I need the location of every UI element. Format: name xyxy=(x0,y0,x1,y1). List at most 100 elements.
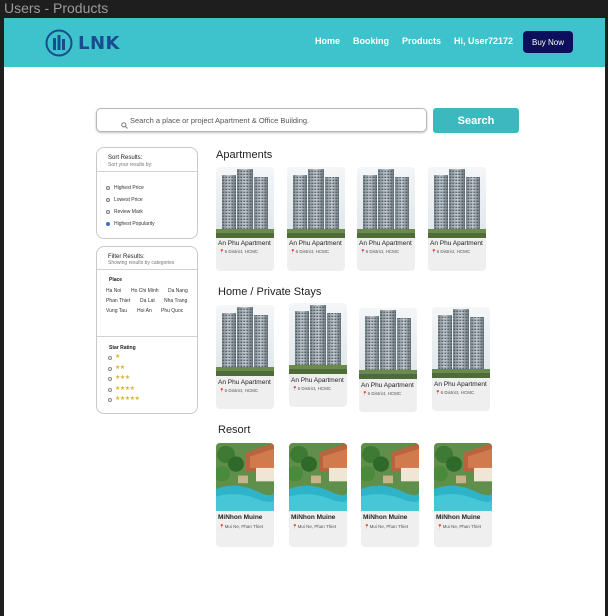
building-photo xyxy=(216,305,274,376)
star-rating-heading: Star Rating xyxy=(109,345,136,351)
logo[interactable]: LNK xyxy=(45,29,120,57)
resort-photo xyxy=(434,443,492,511)
star-icon: ★★★★ xyxy=(115,386,135,392)
sort-panel: Sort Results: Sort your results by: High… xyxy=(96,147,198,239)
section-title-resort: Resort xyxy=(218,424,251,436)
star-option-1[interactable]: ★ xyxy=(108,354,120,361)
card-name: An Phu Apartment xyxy=(291,377,344,384)
radio-icon xyxy=(108,376,112,381)
sort-option-label: Review Mark xyxy=(114,209,143,215)
card-location: 📍6 District, HCMC xyxy=(362,391,401,397)
card-name: MiNhon Muine xyxy=(291,514,336,521)
filter-subtitle: Showing results by categories xyxy=(108,260,175,266)
nav-products-link[interactable]: Products xyxy=(402,36,441,46)
resort-photo xyxy=(216,443,274,511)
radio-icon xyxy=(108,397,112,402)
card-location-text: 6 District, HCMC xyxy=(224,388,259,393)
homestay-card[interactable]: An Phu Apartment 📍6 District, HCMC xyxy=(359,308,417,412)
star-icon: ★★★ xyxy=(115,375,130,381)
building-photo xyxy=(428,167,486,238)
radio-checked-icon xyxy=(106,222,110,226)
nav-home-link[interactable]: Home xyxy=(315,36,340,46)
sort-option-label: Highest Price xyxy=(114,185,144,191)
card-name: MiNhon Muine xyxy=(218,514,263,521)
search-placeholder: Search a place or project Apartment & Of… xyxy=(130,116,310,125)
nav-booking-link[interactable]: Booking xyxy=(353,36,389,46)
card-name: An Phu Apartment xyxy=(218,379,271,386)
sort-subtitle: Sort your results by: xyxy=(108,162,153,168)
building-photo xyxy=(359,308,417,379)
products-page: LNK Home Booking Products Hi, User72172 … xyxy=(4,18,605,616)
card-name: An Phu Apartment xyxy=(361,382,414,389)
place-hoi-an[interactable]: Hoi An xyxy=(137,308,152,314)
search-button[interactable]: Search xyxy=(433,108,519,133)
card-location-text: Mui Ne, Phan Thiet xyxy=(297,524,337,529)
star-icon: ★ xyxy=(115,354,120,360)
sort-option-lowest-price[interactable]: Lowest Price xyxy=(106,196,143,204)
logo-mark-icon xyxy=(45,29,73,57)
sort-option-highest-price[interactable]: Highest Price xyxy=(106,184,144,192)
apartment-card[interactable]: An Phu Apartment 📍6 District, HCMC xyxy=(216,167,274,271)
card-name: MiNhon Muine xyxy=(436,514,481,521)
card-location: 📍6 District, HCMC xyxy=(219,249,258,255)
star-icon: ★★★★★ xyxy=(115,396,140,402)
place-ho-chi-minh[interactable]: Ho Chi Minh xyxy=(131,288,159,294)
card-location: 📍Mui Ne, Phan Thiet xyxy=(364,524,408,530)
card-location-text: 6 District, HCMC xyxy=(365,249,400,254)
place-ha-noi[interactable]: Ha Noi xyxy=(106,288,121,294)
star-option-5[interactable]: ★★★★★ xyxy=(108,396,140,403)
building-photo xyxy=(432,307,490,378)
place-vung-tau[interactable]: Vung Tau xyxy=(106,308,127,314)
place-phan-thiet[interactable]: Phan Thiet xyxy=(106,298,130,304)
building-photo xyxy=(287,167,345,238)
search-input[interactable]: Search a place or project Apartment & Of… xyxy=(96,108,427,132)
card-location: 📍Mui Ne, Phan Thiet xyxy=(437,524,481,530)
buy-now-button[interactable]: Buy Now xyxy=(523,31,573,53)
resort-card[interactable]: MiNhon Muine 📍Mui Ne, Phan Thiet xyxy=(289,443,347,547)
card-location-text: Mui Ne, Phan Thiet xyxy=(442,524,482,529)
card-location-text: 6 District, HCMC xyxy=(297,386,332,391)
divider xyxy=(97,171,197,172)
filter-panel: Filter Results: Showing results by categ… xyxy=(96,246,198,414)
homestay-card[interactable]: An Phu Apartment 📍6 District, HCMC xyxy=(432,307,490,411)
navbar: LNK Home Booking Products Hi, User72172 … xyxy=(4,18,605,67)
card-location: 📍6 District, HCMC xyxy=(290,249,329,255)
resort-photo xyxy=(289,443,347,511)
card-location-text: 6 District, HCMC xyxy=(440,390,475,395)
apartment-card[interactable]: An Phu Apartment 📍6 District, HCMC xyxy=(428,167,486,271)
homestay-card[interactable]: An Phu Apartment 📍6 District, HCMC xyxy=(216,305,274,409)
card-location: 📍6 District, HCMC xyxy=(292,386,331,392)
building-photo xyxy=(216,167,274,238)
card-location: 📍6 District, HCMC xyxy=(435,390,474,396)
section-title-apartments: Apartments xyxy=(216,149,273,161)
resort-card[interactable]: MiNhon Muine 📍Mui Ne, Phan Thiet xyxy=(216,443,274,547)
star-option-4[interactable]: ★★★★ xyxy=(108,386,135,393)
place-phu-quoc[interactable]: Phu Quoc xyxy=(161,308,183,314)
card-location: 📍Mui Ne, Phan Thiet xyxy=(292,524,336,530)
star-option-3[interactable]: ★★★ xyxy=(108,375,130,382)
place-heading: Place xyxy=(109,277,123,283)
resort-card[interactable]: MiNhon Muine 📍Mui Ne, Phan Thiet xyxy=(434,443,492,547)
radio-icon xyxy=(108,355,112,360)
radio-icon xyxy=(106,198,110,202)
sort-option-highest-popularity[interactable]: Highest Popularity xyxy=(106,220,155,228)
apartment-card[interactable]: An Phu Apartment 📍6 District, HCMC xyxy=(357,167,415,271)
card-location: 📍6 District, HCMC xyxy=(431,249,470,255)
nav-user-greeting[interactable]: Hi, User72172 xyxy=(454,36,513,46)
place-nha-trang[interactable]: Nha Trang xyxy=(164,298,187,304)
card-name: MiNhon Muine xyxy=(363,514,408,521)
star-option-2[interactable]: ★★ xyxy=(108,365,125,372)
place-da-lat[interactable]: Da Lat xyxy=(140,298,155,304)
card-name: An Phu Apartment xyxy=(289,240,342,247)
card-name: An Phu Apartment xyxy=(430,240,483,247)
sort-title: Sort Results: xyxy=(108,155,143,161)
resort-card[interactable]: MiNhon Muine 📍Mui Ne, Phan Thiet xyxy=(361,443,419,547)
place-da-nang[interactable]: Da Nang xyxy=(168,288,188,294)
sort-option-review-mark[interactable]: Review Mark xyxy=(106,208,143,216)
card-location: 📍6 District, HCMC xyxy=(360,249,399,255)
homestay-card[interactable]: An Phu Apartment 📍6 District, HCMC xyxy=(289,303,347,407)
apartment-card[interactable]: An Phu Apartment 📍6 District, HCMC xyxy=(287,167,345,271)
radio-icon xyxy=(106,210,110,214)
card-location-text: 6 District, HCMC xyxy=(295,249,330,254)
card-name: An Phu Apartment xyxy=(359,240,412,247)
